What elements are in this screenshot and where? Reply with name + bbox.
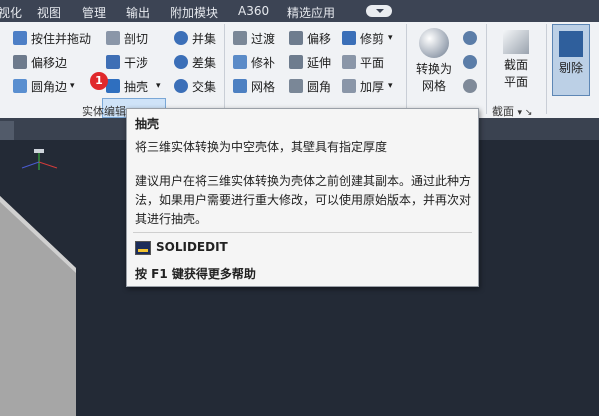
menu-addins[interactable]: 附加模块	[170, 4, 218, 21]
planar-icon	[342, 55, 356, 69]
menu-view[interactable]: 视图	[37, 4, 61, 21]
extend-icon	[289, 55, 303, 69]
offset-edge-icon	[13, 55, 27, 69]
ribbon: 按住并拖动 偏移边 圆角边 ▾ 剖切 干涉 抽壳 ▾ 并集 差集 交集 实体编辑	[0, 22, 599, 119]
mesh-globe-icon	[463, 79, 477, 93]
ucs-icon	[34, 149, 44, 153]
interfere-button[interactable]: 干涉	[106, 52, 148, 72]
fillet-surface-icon	[289, 79, 303, 93]
chevron-down-icon: ▾	[388, 81, 393, 91]
cull-icon	[559, 31, 583, 57]
panel-separator	[486, 24, 487, 114]
workspace-toggle-button[interactable]	[366, 5, 392, 17]
command-tooltip: 抽壳 将三维实体转换为中空壳体，其壁具有指定厚度 建议用户在将三维实体转换为壳体…	[126, 108, 479, 287]
tooltip-command: SOLIDEDIT	[156, 240, 228, 254]
chevron-down-icon: ▾	[517, 108, 525, 118]
panel-separator	[546, 24, 547, 114]
interfere-icon	[106, 55, 120, 69]
mesh-globe-icon	[463, 31, 477, 45]
network-button[interactable]: 网格	[233, 76, 275, 96]
dialog-launcher-icon[interactable]: ↘	[525, 108, 533, 118]
tooltip-title: 抽壳	[135, 117, 160, 131]
convert-to-mesh-button[interactable]: 转换为 网格	[410, 28, 458, 94]
tooltip-divider	[133, 232, 472, 233]
section-panel-label[interactable]: 截面 ▾ ↘	[492, 103, 532, 119]
chevron-down-icon: ▾	[388, 33, 393, 43]
solid-box-face	[0, 196, 76, 416]
slice-icon	[106, 31, 120, 45]
tooltip-description: 将三维实体转换为中空壳体，其壁具有指定厚度	[135, 140, 388, 154]
fillet-edge-icon	[13, 79, 27, 93]
shell-button[interactable]: 抽壳 ▾	[106, 76, 161, 96]
step-badge: 1	[90, 72, 108, 90]
trim-icon	[342, 31, 356, 45]
shell-icon	[106, 79, 120, 93]
patch-icon	[233, 55, 247, 69]
mesh-globe-icon	[463, 55, 477, 69]
solid-editing-panel-label[interactable]: 实体编辑	[82, 103, 126, 119]
mesh-option-button[interactable]	[463, 28, 481, 48]
ucs-x-axis	[38, 161, 58, 169]
trim-button[interactable]: 修剪 ▾	[342, 28, 393, 48]
subtract-icon	[174, 55, 188, 69]
slice-button[interactable]: 剖切	[106, 28, 148, 48]
extend-button[interactable]: 延伸	[289, 52, 331, 72]
union-icon	[174, 31, 188, 45]
blend-icon	[233, 31, 247, 45]
thicken-icon	[342, 79, 356, 93]
offset-edge-button[interactable]: 偏移边	[13, 52, 67, 72]
menu-manage[interactable]: 管理	[82, 4, 106, 21]
tooltip-help: 按 F1 键获得更多帮助	[135, 267, 256, 281]
planar-button[interactable]: 平面	[342, 52, 384, 72]
section-plane-button[interactable]: 截面 平面	[494, 30, 538, 90]
section-plane-icon	[503, 30, 529, 54]
tooltip-body: 建议用户在将三维实体转换为壳体之前创建其副本。通过此种方法，如果用户需要进行重大…	[135, 174, 472, 226]
patch-button[interactable]: 修补	[233, 52, 275, 72]
thicken-button[interactable]: 加厚 ▾	[342, 76, 393, 96]
ucs-z-axis	[21, 161, 40, 169]
intersect-button[interactable]: 交集	[174, 76, 216, 96]
fillet-edge-button[interactable]: 圆角边 ▾	[13, 76, 75, 96]
command-line-icon	[135, 241, 151, 255]
menu-visualize[interactable]: 视化	[0, 4, 22, 21]
subtract-button[interactable]: 差集	[174, 52, 216, 72]
cull-button[interactable]: 剔除	[552, 24, 590, 96]
chevron-down-icon: ▾	[70, 81, 75, 91]
mesh-smooth-button[interactable]	[463, 52, 481, 72]
panel-separator	[406, 24, 407, 114]
offset-surface-icon	[289, 31, 303, 45]
offset-surface-button[interactable]: 偏移	[289, 28, 331, 48]
intersect-icon	[174, 79, 188, 93]
mesh-refine-button[interactable]	[463, 76, 481, 96]
presspull-icon	[13, 31, 27, 45]
menu-output[interactable]: 输出	[126, 4, 150, 21]
shell-dropdown-icon[interactable]: ▾	[156, 81, 161, 91]
presspull-button[interactable]: 按住并拖动	[13, 28, 91, 48]
menu-a360[interactable]: A360	[238, 4, 269, 18]
union-button[interactable]: 并集	[174, 28, 216, 48]
menu-featured-apps[interactable]: 精选应用	[287, 4, 335, 21]
panel-separator	[224, 24, 225, 114]
mesh-sphere-icon	[419, 28, 449, 58]
network-icon	[233, 79, 247, 93]
fillet-surface-button[interactable]: 圆角	[289, 76, 331, 96]
menu-bar: 视化 视图 管理 输出 附加模块 A360 精选应用	[0, 0, 599, 22]
blend-button[interactable]: 过渡	[233, 28, 275, 48]
file-tab[interactable]	[0, 121, 14, 140]
